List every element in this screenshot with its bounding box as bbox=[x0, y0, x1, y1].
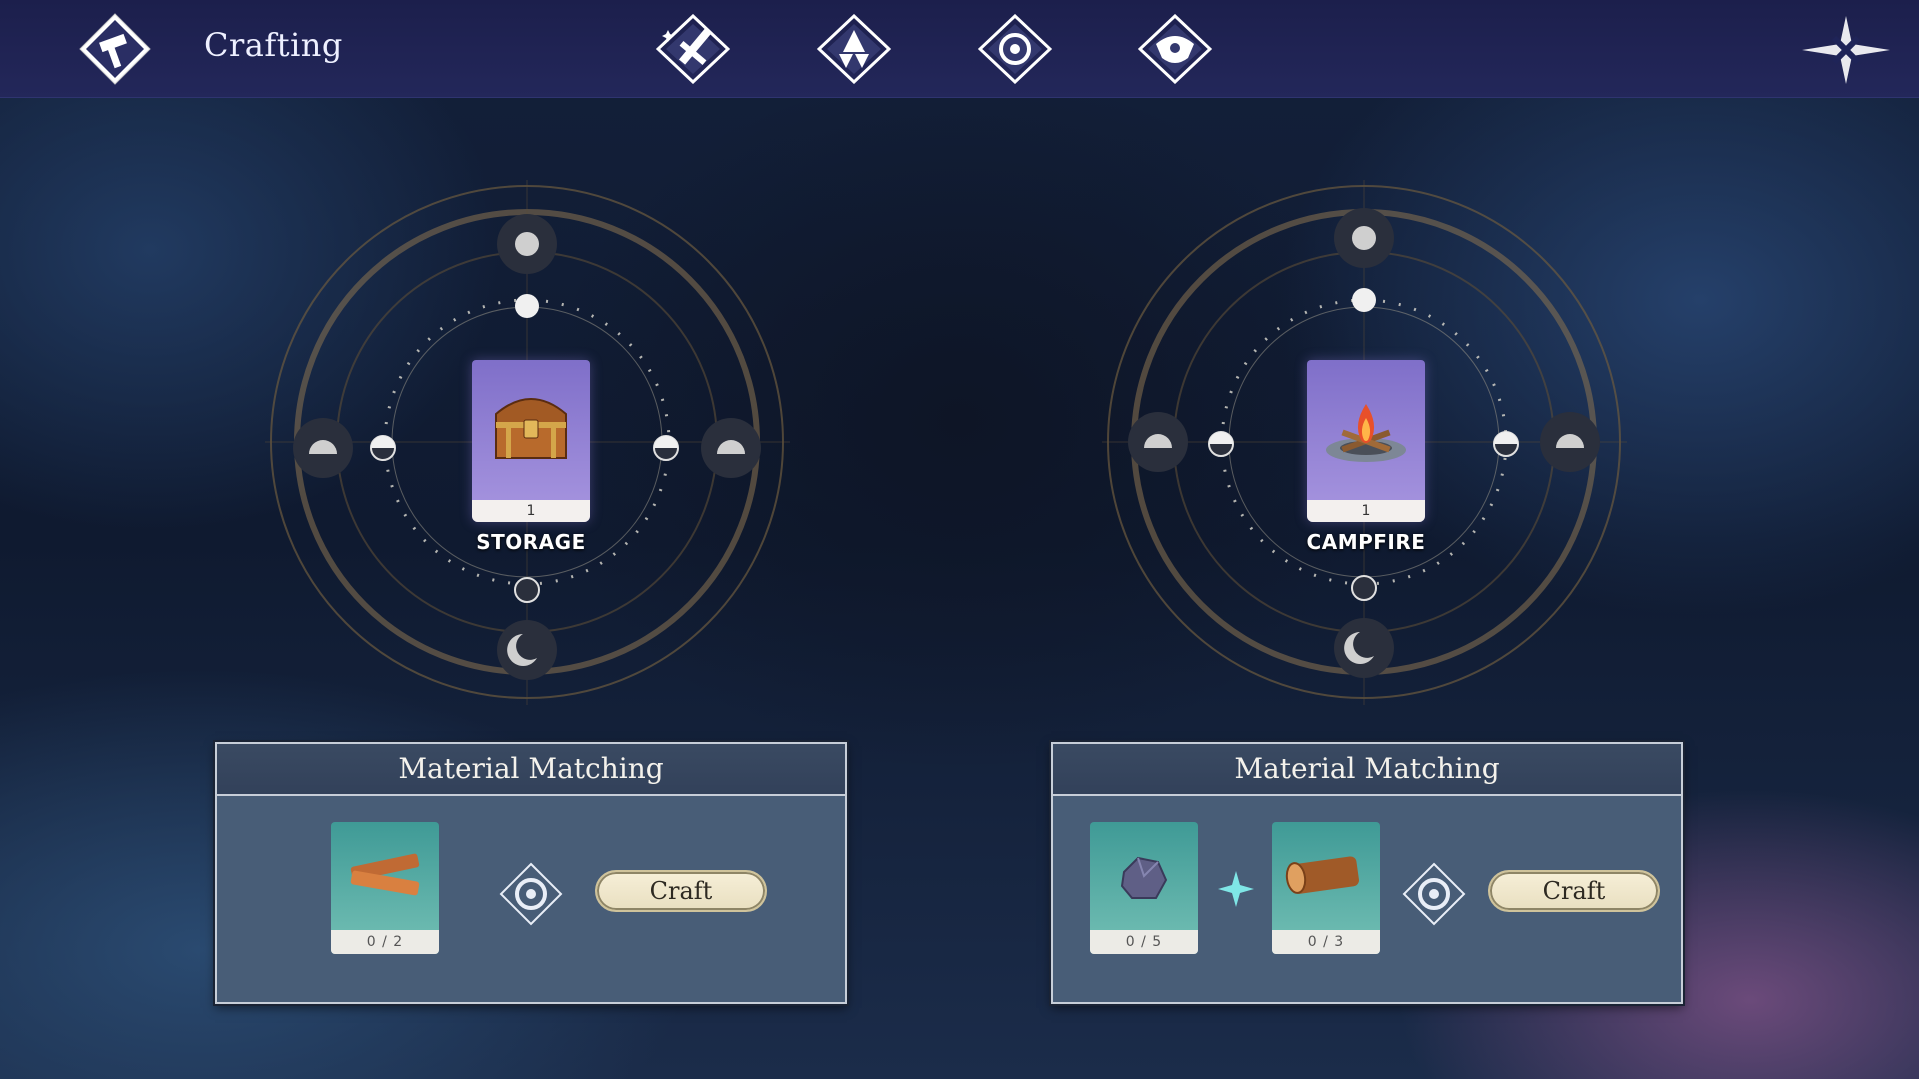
storage-material-panel: Material Matching 0 / 2 Craft bbox=[215, 742, 847, 1004]
campfire-name: CAMPFIRE bbox=[1306, 530, 1426, 554]
material-slot[interactable]: 0 / 2 bbox=[331, 822, 439, 954]
material-count: 0 / 2 bbox=[331, 930, 439, 954]
wood-planks-icon bbox=[345, 846, 425, 910]
top-bar: Crafting bbox=[0, 0, 1919, 98]
campfire-card[interactable]: 1 bbox=[1307, 360, 1425, 522]
synthesis-icon bbox=[499, 862, 563, 930]
panel-title: Material Matching bbox=[398, 752, 664, 785]
storage-quantity: 1 bbox=[472, 500, 590, 522]
page-title: Crafting bbox=[204, 26, 343, 64]
stone-icon bbox=[1116, 852, 1172, 908]
campfire-quantity: 1 bbox=[1307, 500, 1425, 522]
storage-name: STORAGE bbox=[476, 530, 586, 554]
ring-tab-icon[interactable] bbox=[978, 14, 1052, 84]
panel-title: Material Matching bbox=[1234, 752, 1500, 785]
triad-tab-icon[interactable] bbox=[817, 14, 891, 84]
synthesis-icon bbox=[1402, 862, 1466, 930]
panel-header: Material Matching bbox=[217, 744, 845, 796]
treasure-chest-icon bbox=[490, 384, 572, 468]
storage-card[interactable]: 1 bbox=[472, 360, 590, 522]
plus-icon bbox=[1216, 869, 1256, 913]
craft-button-label: Craft bbox=[1542, 877, 1606, 905]
panel-header: Material Matching bbox=[1053, 744, 1681, 796]
craft-button-label: Craft bbox=[649, 877, 713, 905]
material-slot[interactable]: 0 / 3 bbox=[1272, 822, 1380, 954]
sword-tab-icon[interactable] bbox=[656, 14, 730, 84]
close-star-icon[interactable] bbox=[1800, 14, 1892, 86]
material-count: 0 / 5 bbox=[1090, 930, 1198, 954]
crest-tab-icon[interactable] bbox=[1138, 14, 1212, 84]
material-slot[interactable]: 0 / 5 bbox=[1090, 822, 1198, 954]
craft-button[interactable]: Craft bbox=[1488, 870, 1660, 912]
campfire-icon bbox=[1321, 388, 1411, 472]
craft-button[interactable]: Craft bbox=[595, 870, 767, 912]
campfire-material-panel: Material Matching 0 / 5 0 / 3 Craft bbox=[1051, 742, 1683, 1004]
hammer-diamond-icon bbox=[76, 12, 154, 86]
material-count: 0 / 3 bbox=[1272, 930, 1380, 954]
log-icon bbox=[1282, 852, 1370, 906]
